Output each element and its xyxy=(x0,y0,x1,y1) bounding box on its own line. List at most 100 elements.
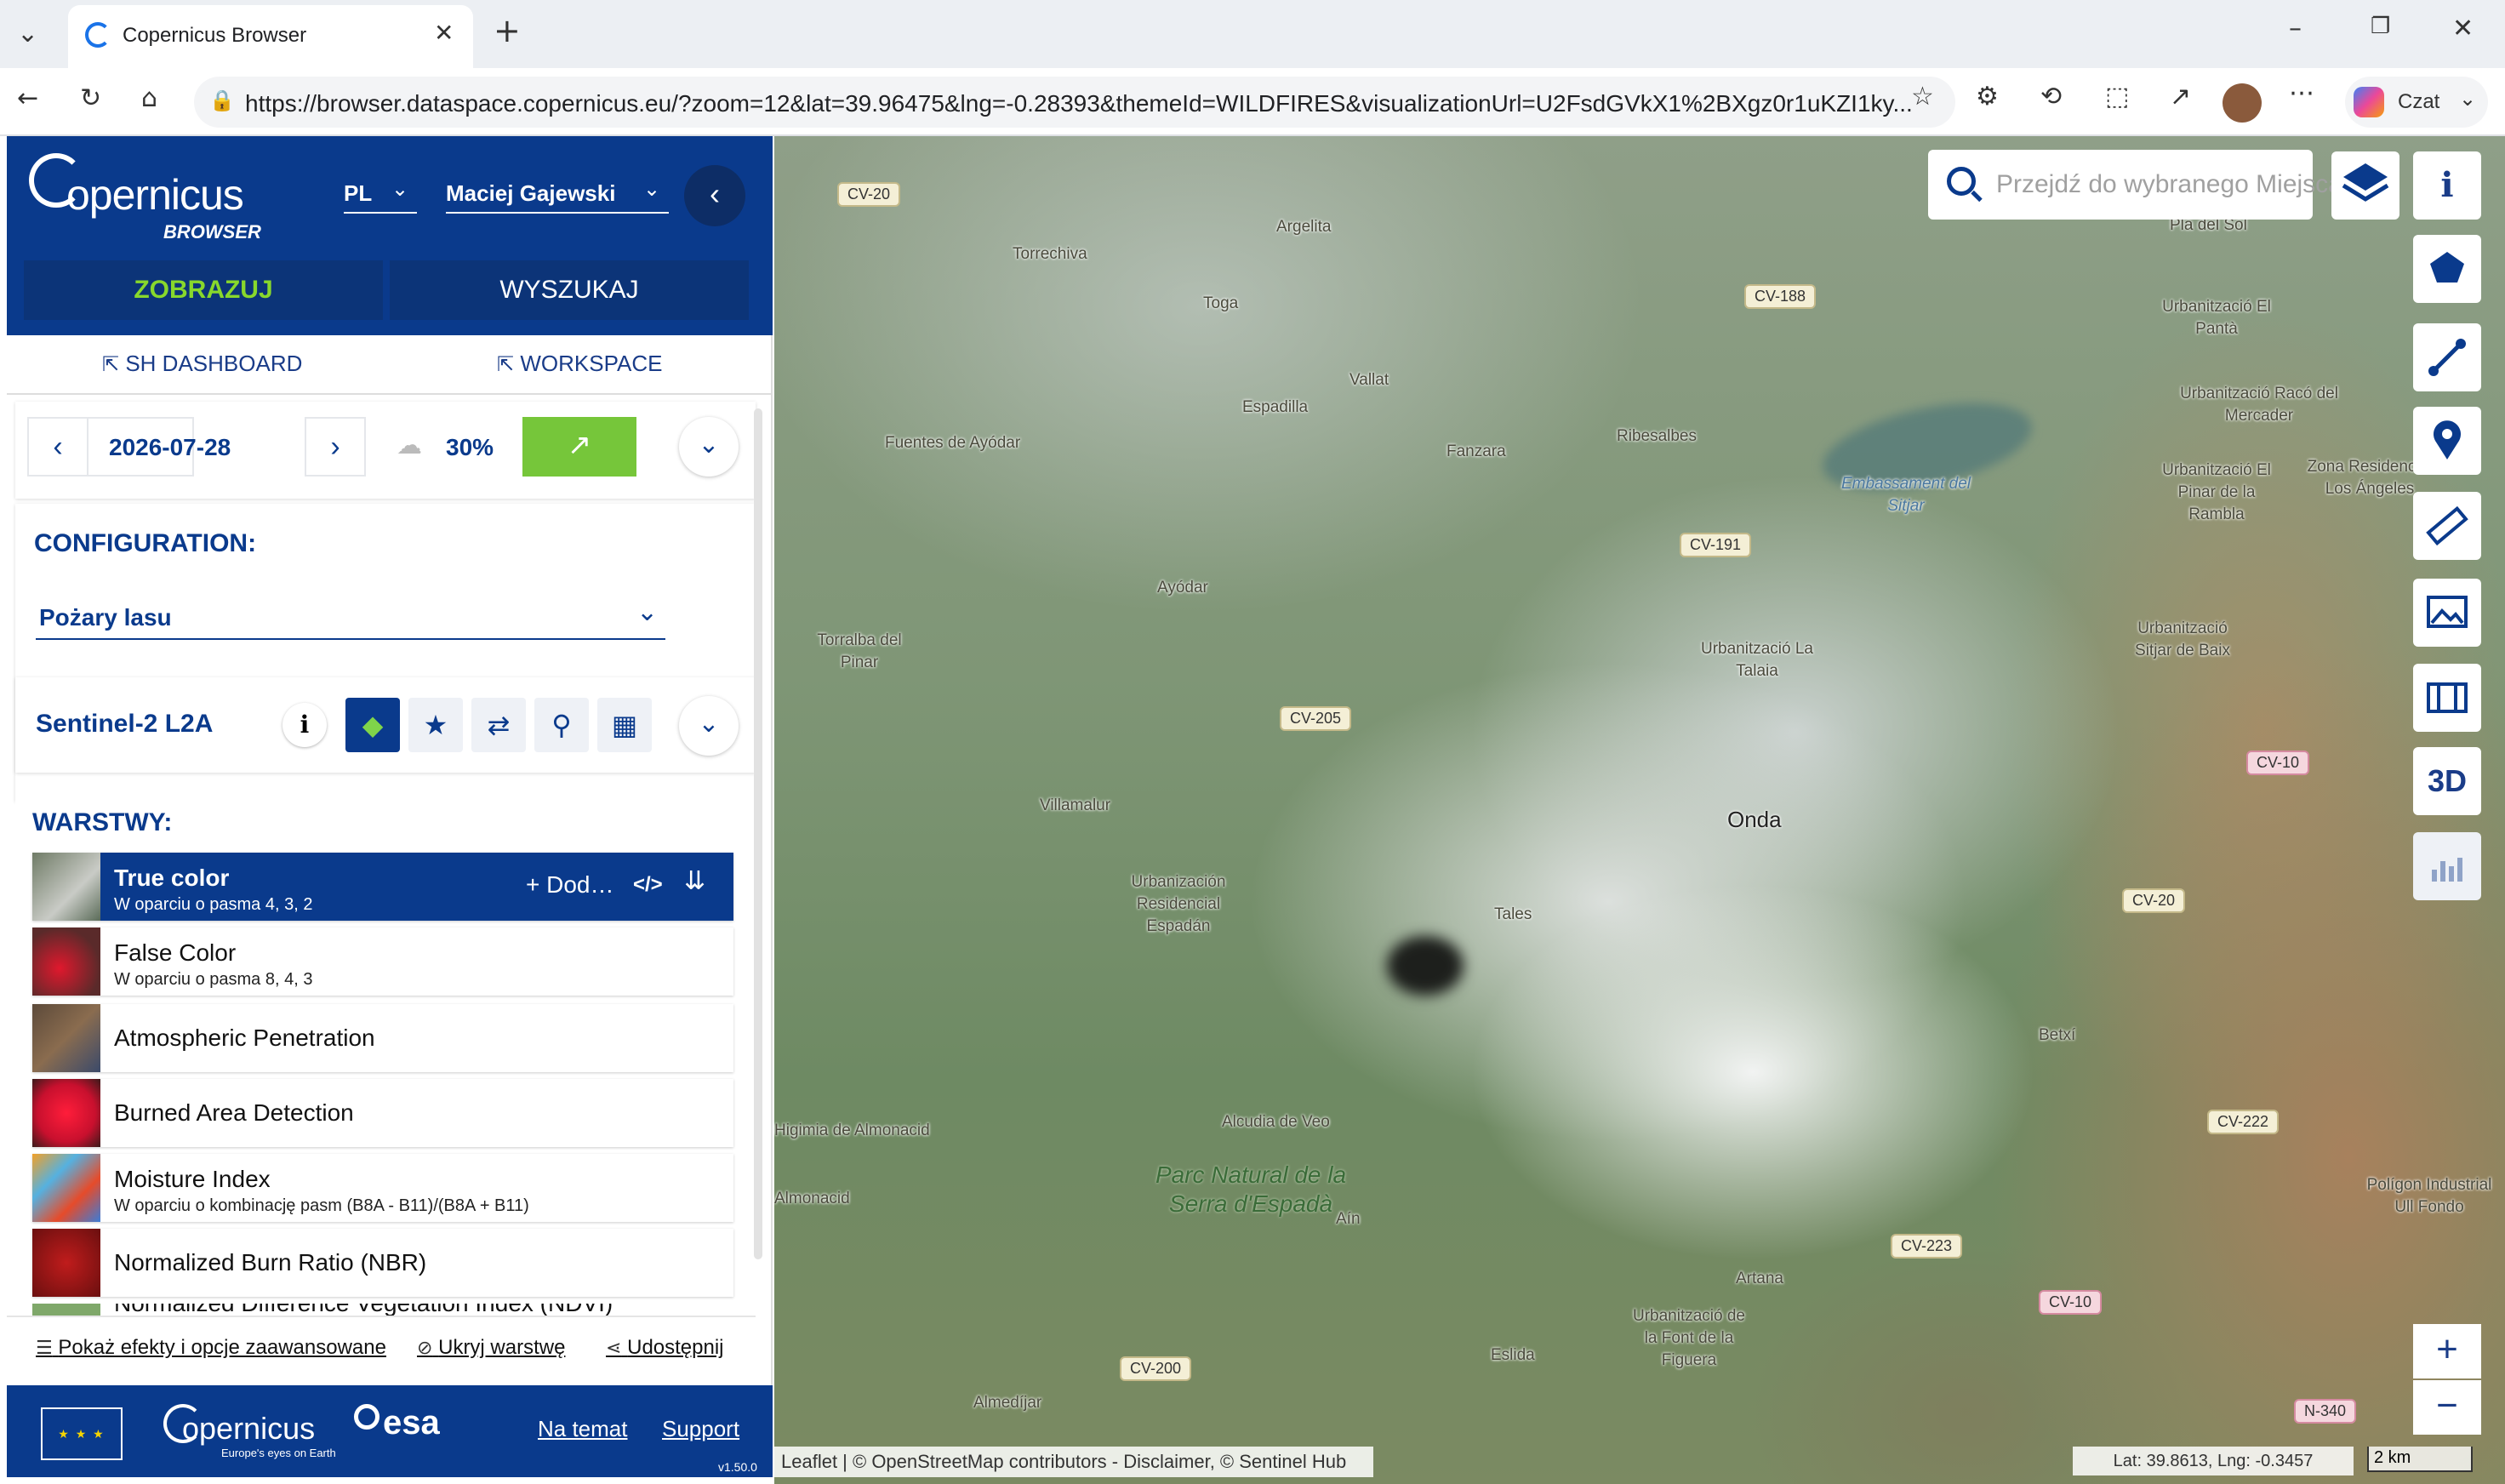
place-label: Betxí xyxy=(2039,1026,2076,1044)
measure-tool-button[interactable] xyxy=(2413,492,2481,560)
compare-swap-icon[interactable]: ⇄ xyxy=(471,698,526,752)
home-icon[interactable]: ⌂ xyxy=(141,83,157,113)
custom-script-icon[interactable]: ▦ xyxy=(597,698,652,752)
layer-atmospheric-penetration[interactable]: Atmospheric Penetration xyxy=(32,1004,733,1072)
layer-description: W oparciu o pasma 8, 4, 3 xyxy=(114,970,313,989)
layer-thumbnail xyxy=(32,1004,100,1072)
share-browser-icon[interactable]: ↗ xyxy=(2170,82,2191,111)
info-button[interactable]: i xyxy=(2413,151,2481,220)
zoom-out-button[interactable]: − xyxy=(2413,1380,2481,1435)
configuration-heading: CONFIGURATION: xyxy=(34,529,257,557)
pin-icon[interactable]: ⚲ xyxy=(534,698,589,752)
cloud-coverage-value[interactable]: 30% xyxy=(446,434,494,461)
history-icon[interactable]: ⟲ xyxy=(2040,82,2062,111)
poi-tool-button[interactable] xyxy=(2413,407,2481,475)
hide-layer-link[interactable]: ⊘ Ukryj warstwę xyxy=(417,1336,565,1360)
layer-name: Moisture Index xyxy=(114,1166,271,1192)
zoom-in-button[interactable]: + xyxy=(2413,1324,2481,1378)
image-download-button[interactable] xyxy=(2413,579,2481,647)
line-tool-button[interactable] xyxy=(2413,323,2481,391)
restore-icon[interactable]: ❐ xyxy=(2371,14,2390,39)
place-label: Urbanització El Pantà xyxy=(2162,298,2271,338)
workspace-link[interactable]: ⇱ WORKSPACE xyxy=(497,351,662,377)
timelapse-button[interactable] xyxy=(2413,664,2481,732)
favorite-star-icon[interactable]: ☆ xyxy=(1911,82,1934,111)
layers-tab-button[interactable]: ◆ xyxy=(345,698,400,752)
support-link[interactable]: Support xyxy=(662,1416,739,1442)
layer-nbr[interactable]: Normalized Burn Ratio (NBR) xyxy=(32,1229,733,1297)
expand-dataset-button[interactable]: ⌄ xyxy=(679,696,739,756)
copilot-button[interactable]: Czat ⌄ xyxy=(2345,77,2488,128)
profile-avatar[interactable] xyxy=(2223,83,2262,123)
tab-bar: ⌄ Copernicus Browser ✕ + – ❐ ✕ xyxy=(0,0,2505,68)
panel-scrollbar[interactable] xyxy=(754,408,762,1259)
dataset-info-icon[interactable]: i xyxy=(282,703,327,747)
next-date-button[interactable]: › xyxy=(305,417,366,477)
expand-date-button[interactable]: ⌄ xyxy=(679,417,739,477)
configuration-value: Pożary lasu xyxy=(39,604,172,631)
date-value[interactable]: 2026-07-28 xyxy=(109,434,231,461)
3d-view-button[interactable]: 3D xyxy=(2413,747,2481,815)
road-label: CV-20 xyxy=(2122,888,2186,913)
road-label: CV-20 xyxy=(837,182,901,207)
place-label: Torralba del Pinar xyxy=(817,631,902,671)
close-tab-icon[interactable]: ✕ xyxy=(434,19,454,47)
place-label: Higimia de Almonacid xyxy=(774,1122,930,1139)
road-label: N-340 xyxy=(2294,1399,2357,1424)
more-menu-icon[interactable]: ⋯ xyxy=(2289,78,2314,108)
share-link[interactable]: ⋖ Udostępnij xyxy=(606,1336,724,1360)
layer-true-color[interactable]: True color W oparciu o pasma 4, 3, 2 + D… xyxy=(32,853,733,921)
screenshot-icon[interactable]: ⬚ xyxy=(2105,82,2129,111)
road-label: CV-188 xyxy=(1744,284,1817,309)
new-tab-icon[interactable]: + xyxy=(494,12,521,49)
layer-burned-area-detection[interactable]: Burned Area Detection xyxy=(32,1079,733,1147)
layer-false-color[interactable]: False Color W oparciu o pasma 8, 4, 3 xyxy=(32,928,733,996)
map-attribution[interactable]: Leaflet | © OpenStreetMap contributors -… xyxy=(774,1447,1373,1477)
user-menu[interactable]: Maciej Gajewski ⌄ xyxy=(446,177,669,214)
road-label: CV-223 xyxy=(1891,1234,1963,1259)
minimize-icon[interactable]: – xyxy=(2289,14,2302,43)
reload-icon[interactable]: ↻ xyxy=(80,83,101,113)
language-select[interactable]: PL ⌄ xyxy=(344,177,417,214)
place-label: Polígon Industrial Ull Fondo xyxy=(2366,1176,2492,1216)
configuration-select[interactable]: Pożary lasu ⌄ xyxy=(36,596,665,640)
tab-list-chevron-icon[interactable]: ⌄ xyxy=(17,19,38,49)
collapse-panel-button[interactable]: ‹ xyxy=(684,165,745,226)
film-icon xyxy=(2427,682,2468,713)
panel-footer: ★ ★ ★ opernicus Europe's eyes on Earth e… xyxy=(7,1385,773,1477)
close-window-icon[interactable]: ✕ xyxy=(2452,14,2474,43)
ruler-icon xyxy=(2426,505,2468,546)
layers-button[interactable] xyxy=(2331,151,2399,220)
histogram-button[interactable] xyxy=(2413,832,2481,900)
layer-actions-bar: ☰ Pokaż efekty i opcje zaawansowane ⊘ Uk… xyxy=(7,1316,756,1377)
location-search-input[interactable]: Przejdź do wybranego Miejsca xyxy=(1928,150,2342,220)
effects-link[interactable]: ☰ Pokaż efekty i opcje zaawansowane xyxy=(36,1336,386,1360)
browser-tab[interactable]: Copernicus Browser ✕ xyxy=(68,5,473,68)
layer-thumbnail xyxy=(32,1154,100,1222)
map-view[interactable]: Torrechiva Argelita Toga Vallat Espadill… xyxy=(774,136,2505,1484)
url-field[interactable]: 🔒 https://browser.dataspace.copernicus.e… xyxy=(194,77,1955,128)
previous-date-button[interactable]: ‹ xyxy=(27,417,88,477)
place-label: Urbanització de la Font de la Figuera xyxy=(1632,1307,1746,1369)
chevron-down-icon: ⌄ xyxy=(391,177,409,201)
tab-visualize[interactable]: ZOBRAZUJ xyxy=(24,260,383,320)
tab-search[interactable]: WYSZUKAJ xyxy=(390,260,749,320)
add-layer-button[interactable]: + Dod… xyxy=(526,871,614,899)
favorites-star-icon[interactable]: ★ xyxy=(408,698,463,752)
sh-dashboard-link[interactable]: ⇱ SH DASHBOARD xyxy=(102,351,302,377)
back-icon[interactable]: ← xyxy=(17,83,38,113)
code-icon[interactable]: </> xyxy=(633,873,663,897)
place-label: Ribesalbes xyxy=(1617,427,1697,445)
search-date-button[interactable]: ↗ xyxy=(522,417,636,477)
extensions-icon[interactable]: ⚙ xyxy=(1976,82,1999,111)
polygon-tool-button[interactable] xyxy=(2413,235,2481,303)
dataset-section: Sentinel-2 L2A i ◆ ★ ⇄ ⚲ ▦ ⌄ xyxy=(15,677,756,773)
about-link[interactable]: Na temat xyxy=(538,1416,628,1442)
copilot-label: Czat xyxy=(2398,90,2440,113)
layer-moisture-index[interactable]: Moisture Index W oparciu o kombinację pa… xyxy=(32,1154,733,1222)
site-info-icon[interactable]: 🔒 xyxy=(209,88,235,112)
double-chevron-down-icon[interactable]: ⇊ xyxy=(684,866,705,896)
place-label: Tales xyxy=(1494,905,1532,923)
place-label-onda: Onda xyxy=(1727,807,1782,832)
layer-description: W oparciu o pasma 4, 3, 2 xyxy=(114,895,313,914)
